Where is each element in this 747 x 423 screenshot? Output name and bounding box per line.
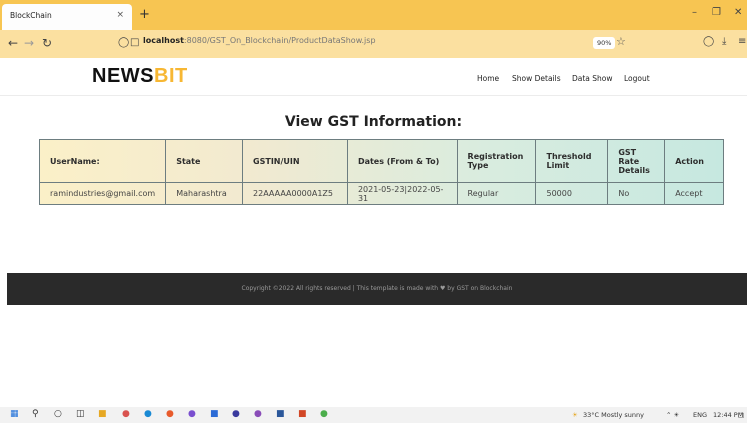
browser-tab-bar: BlockChain × + – ❐ ✕ [0, 0, 747, 30]
col-action: Action [664, 139, 724, 183]
gst-table: UserName: State GSTIN/UIN Dates (From & … [38, 139, 724, 205]
new-tab-button[interactable]: + [139, 7, 150, 22]
col-gstin: GSTIN/UIN [242, 139, 348, 183]
col-threshold-limit: Threshold Limit [535, 139, 609, 183]
site-footer: Copyright ©2022 All rights reserved | Th… [7, 273, 747, 305]
minimize-icon[interactable]: – [692, 7, 697, 18]
page-title: View GST Information: [284, 114, 463, 130]
menu-icon[interactable]: ≡ [738, 36, 746, 47]
cell-gstin: 22AAAAA0000A1Z5 [242, 182, 348, 205]
restore-icon[interactable]: ❐ [712, 7, 721, 18]
app-icon[interactable]: ● [320, 409, 328, 419]
zoom-level[interactable]: 90% [593, 37, 616, 49]
star-icon[interactable]: ☆ [616, 35, 626, 48]
address-bar: ← → ↻ ◯ □ localhost:8080/GST_On_Blockcha… [0, 30, 747, 58]
cell-gst-rate-details: No [607, 182, 666, 205]
table-header-row: UserName: State GSTIN/UIN Dates (From & … [38, 139, 724, 183]
pocket-icon[interactable]: ◯ [703, 36, 714, 47]
browser-tab[interactable]: BlockChain × [2, 4, 132, 30]
edge-icon[interactable]: ● [144, 409, 152, 419]
cell-threshold-limit: 50000 [535, 182, 609, 205]
weather-text[interactable]: 33°C Mostly sunny [583, 411, 644, 419]
col-dates: Dates (From & To) [346, 139, 458, 183]
nav-data-show[interactable]: Data Show [572, 74, 613, 83]
search-icon[interactable]: ⚲ [32, 409, 39, 419]
forward-icon[interactable]: → [24, 36, 34, 50]
url-host: localhost [143, 36, 184, 45]
eclipse-icon[interactable]: ● [188, 409, 196, 419]
site-logo[interactable]: NEWSBIT [92, 65, 188, 88]
task-view-icon[interactable]: ◫ [76, 409, 85, 419]
language-indicator[interactable]: ENG [693, 411, 707, 419]
nav-show-details[interactable]: Show Details [512, 74, 561, 83]
cell-action-accept[interactable]: Accept [664, 182, 724, 205]
footer-copyright: Copyright ©2022 All rights reserved | Th… [241, 285, 513, 292]
header-divider [0, 95, 747, 96]
cell-state: Maharashtra [165, 182, 244, 205]
col-username: UserName: [38, 139, 167, 183]
nav-home[interactable]: Home [477, 74, 499, 83]
weather-icon: ☀ [572, 411, 578, 419]
col-gst-rate-details: GST Rate Details [607, 139, 666, 183]
os-taskbar: ▦ ⚲ ○ ◫ ■ ● ● ● ● ■ ● ● ■ ■ ● ☀ 33°C Mos… [0, 407, 747, 423]
shield-icon[interactable]: ◯ [118, 37, 129, 48]
cell-username: ramindustries@gmail.com [38, 182, 167, 205]
reload-icon[interactable]: ↻ [42, 36, 52, 50]
tab-title: BlockChain [10, 11, 52, 20]
close-window-icon[interactable]: ✕ [734, 7, 742, 18]
download-icon[interactable]: ⤓ [722, 36, 726, 47]
close-tab-icon[interactable]: × [116, 10, 124, 20]
logo-accent: BIT [154, 65, 188, 87]
notification-icon[interactable]: □ [738, 411, 744, 419]
url-path: :8080/GST_On_Blockchain/ProductDataShow.… [183, 36, 376, 45]
col-registration-type: Registration Type [456, 139, 537, 183]
app-icon[interactable]: ■ [298, 409, 307, 419]
chrome-icon[interactable]: ● [122, 409, 130, 419]
page-icon[interactable]: □ [130, 37, 139, 48]
col-state: State [165, 139, 244, 183]
cell-registration-type: Regular [456, 182, 537, 205]
cell-dates: 2021-05-23|2022-05-31 [346, 182, 458, 205]
table-row: ramindustries@gmail.com Maharashtra 22AA… [38, 182, 724, 205]
cortana-icon[interactable]: ○ [54, 409, 62, 419]
word-icon[interactable]: ■ [276, 409, 285, 419]
windows-start-icon[interactable]: ▦ [10, 409, 19, 419]
app-icon[interactable]: ● [232, 409, 240, 419]
back-icon[interactable]: ← [8, 36, 18, 50]
firefox-icon[interactable]: ● [166, 409, 174, 419]
file-explorer-icon[interactable]: ■ [98, 409, 107, 419]
app-icon[interactable]: ● [254, 409, 262, 419]
tray-icons[interactable]: ⌃ ☀ [666, 411, 679, 419]
url-field[interactable]: localhost:8080/GST_On_Blockchain/Product… [143, 36, 376, 45]
nav-logout[interactable]: Logout [624, 74, 650, 83]
app-icon[interactable]: ■ [210, 409, 219, 419]
logo-main: NEWS [92, 65, 154, 87]
